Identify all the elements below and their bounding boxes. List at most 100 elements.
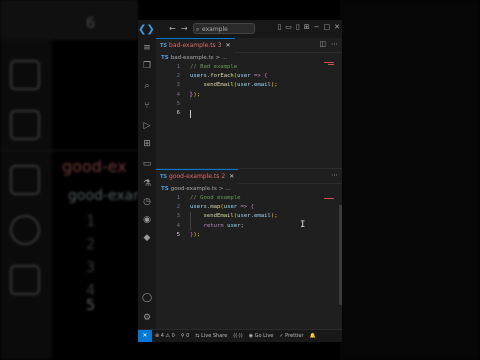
source-control-icon[interactable]: ⑂ bbox=[141, 100, 153, 112]
editor-group-top: TS bad-example.ts 3 ✕ ◫ ⋯ TS bad-example… bbox=[156, 37, 342, 168]
bg-debug-icon bbox=[10, 60, 40, 90]
explorer-icon[interactable]: ❐ bbox=[141, 60, 153, 72]
code-variable: users bbox=[190, 73, 207, 80]
live-share-button[interactable]: ⇆ Live Share bbox=[192, 333, 230, 339]
breadcrumb-rest[interactable]: > ... bbox=[216, 55, 228, 61]
close-window-icon[interactable]: ✕ bbox=[334, 23, 340, 31]
code-line: }); bbox=[190, 231, 200, 240]
bg-extensions-icon bbox=[10, 110, 40, 140]
broadcast-icon[interactable]: ((·)) bbox=[230, 333, 245, 339]
line-number: 4 bbox=[176, 91, 180, 98]
remote-explorer-icon[interactable]: ▭ bbox=[141, 158, 153, 170]
bg-line-number-5: 5 bbox=[86, 296, 96, 314]
code-variable: user bbox=[237, 213, 251, 220]
problems-indicator[interactable]: ⊗ 4 ⚠ 0 bbox=[152, 333, 178, 339]
tab-bar-bottom: TS good-example.ts 2 ✕ ⋯ bbox=[156, 168, 342, 184]
line-number: 5 bbox=[176, 100, 180, 107]
typescript-file-icon: TS bbox=[161, 186, 169, 192]
vscode-logo-icon: ❮❯ bbox=[138, 23, 155, 35]
code-line: // Bad example bbox=[190, 63, 237, 72]
minimize-icon[interactable]: − bbox=[314, 23, 320, 31]
toggle-sidebar-icon[interactable]: ▯ bbox=[277, 23, 281, 31]
code-bracket: { bbox=[250, 204, 255, 211]
menu-icon[interactable]: ≡ bbox=[141, 42, 153, 54]
code-line: sendEmail(user.email); bbox=[190, 212, 278, 221]
toggle-secondary-sidebar-icon[interactable]: ▯ bbox=[296, 23, 300, 31]
bg-line-number-2: 2 bbox=[86, 235, 96, 253]
bg-right-panel bbox=[340, 0, 480, 360]
typescript-file-icon: TS bbox=[160, 173, 168, 180]
prettier-button[interactable]: ✓ Prettier bbox=[276, 333, 306, 339]
code-punct: ; bbox=[240, 222, 244, 229]
notifications-icon[interactable]: 🔔 bbox=[307, 333, 319, 339]
ports-indicator[interactable]: ⚲ 0 bbox=[178, 333, 192, 339]
code-arrow: => bbox=[250, 73, 265, 80]
layout-icon[interactable]: ⊞ bbox=[304, 23, 310, 31]
extensions-icon[interactable]: ⊞ bbox=[141, 138, 153, 150]
run-debug-icon[interactable]: ▷ bbox=[141, 120, 153, 132]
code-param: user bbox=[223, 204, 238, 211]
breadcrumb-file[interactable]: bad-example.ts bbox=[171, 55, 214, 61]
line-number-current: 5 bbox=[176, 231, 180, 238]
close-tab-icon[interactable]: ✕ bbox=[226, 42, 231, 49]
code-editor-bottom[interactable]: 1 // Good example 2 users.map(user => { … bbox=[156, 194, 342, 304]
bg-activity-bar bbox=[0, 40, 52, 360]
tab-label: bad-example.ts bbox=[169, 42, 216, 49]
tab-good-example[interactable]: TS good-example.ts 2 ✕ bbox=[156, 168, 239, 184]
line-number: 1 bbox=[176, 195, 180, 201]
code-bracket: ); bbox=[270, 213, 278, 220]
bg-remote-icon bbox=[10, 165, 40, 195]
go-live-button[interactable]: ◉ Go Live bbox=[246, 333, 277, 339]
tab-actions-bottom: ⋯ bbox=[331, 171, 338, 179]
split-editor-icon[interactable]: ◫ bbox=[319, 40, 326, 48]
tab-label: good-example.ts bbox=[169, 173, 220, 180]
code-line: sendEmail(user.email); bbox=[190, 81, 277, 90]
remote-indicator-icon[interactable]: ✕ bbox=[138, 330, 152, 342]
bg-line-number-3: 3 bbox=[86, 258, 96, 276]
title-bar: ❮❯ ← → ⌕ example ▯ ▭ ▯ ⊞ − □ ✕ bbox=[138, 20, 342, 38]
forward-arrow-icon[interactable]: → bbox=[178, 24, 191, 33]
go-live-label: Go Live bbox=[254, 333, 274, 339]
error-count: 4 bbox=[160, 333, 164, 339]
code-param: user bbox=[237, 73, 251, 80]
tab-bar-top: TS bad-example.ts 3 ✕ ◫ ⋯ bbox=[156, 37, 342, 53]
problem-count-badge: 3 bbox=[217, 42, 222, 49]
vertical-scrollbar[interactable] bbox=[339, 205, 342, 305]
more-actions-icon[interactable]: ⋯ bbox=[331, 171, 338, 179]
toggle-panel-icon[interactable]: ▭ bbox=[285, 23, 292, 31]
mouse-ibeam-cursor-icon: I bbox=[300, 220, 306, 230]
code-line: users.map(user => { bbox=[190, 203, 254, 212]
bg-line-number-1: 1 bbox=[86, 212, 96, 230]
close-tab-icon[interactable]: ✕ bbox=[229, 173, 234, 180]
github-icon[interactable]: ◉ bbox=[141, 214, 153, 226]
breadcrumb: TS bad-example.ts > ... bbox=[156, 53, 342, 63]
docker-icon[interactable]: ◆ bbox=[141, 232, 153, 244]
breadcrumb-rest[interactable]: > ... bbox=[219, 186, 231, 192]
breadcrumb-file[interactable]: good-example.ts bbox=[171, 186, 217, 192]
settings-gear-icon[interactable]: ⚙ bbox=[141, 312, 153, 324]
code-function: sendEmail bbox=[203, 213, 234, 220]
accounts-icon[interactable]: ◯ bbox=[141, 292, 153, 304]
minimap-error-marker bbox=[328, 64, 334, 65]
code-function: forEach bbox=[210, 73, 234, 80]
line-number: 1 bbox=[176, 64, 180, 70]
live-share-label: Live Share bbox=[201, 333, 228, 339]
minimap-error-marker bbox=[324, 62, 334, 63]
code-keyword: return bbox=[203, 222, 224, 229]
back-arrow-icon[interactable]: ← bbox=[166, 24, 179, 33]
testing-icon[interactable]: ⚗ bbox=[141, 178, 153, 190]
code-line: // Good example bbox=[190, 194, 241, 203]
bg-tab-label: good-ex bbox=[62, 157, 127, 176]
search-view-icon[interactable]: ⌕ bbox=[141, 80, 153, 92]
code-line: return user; bbox=[190, 222, 244, 231]
line-number: 4 bbox=[176, 222, 180, 229]
window-controls: ▯ ▭ ▯ ⊞ − □ ✕ bbox=[277, 23, 340, 31]
maximize-icon[interactable]: □ bbox=[324, 23, 331, 31]
code-editor-top[interactable]: 1 // Bad example 2 users.forEach(user =>… bbox=[156, 62, 342, 163]
command-center-search[interactable]: ⌕ example bbox=[193, 23, 255, 34]
search-text: example bbox=[202, 26, 228, 33]
timeline-icon[interactable]: ◷ bbox=[141, 196, 153, 208]
more-actions-icon[interactable]: ⋯ bbox=[331, 40, 338, 48]
breadcrumb: TS good-example.ts > ... bbox=[156, 184, 342, 194]
tab-bad-example[interactable]: TS bad-example.ts 3 ✕ bbox=[156, 37, 235, 53]
